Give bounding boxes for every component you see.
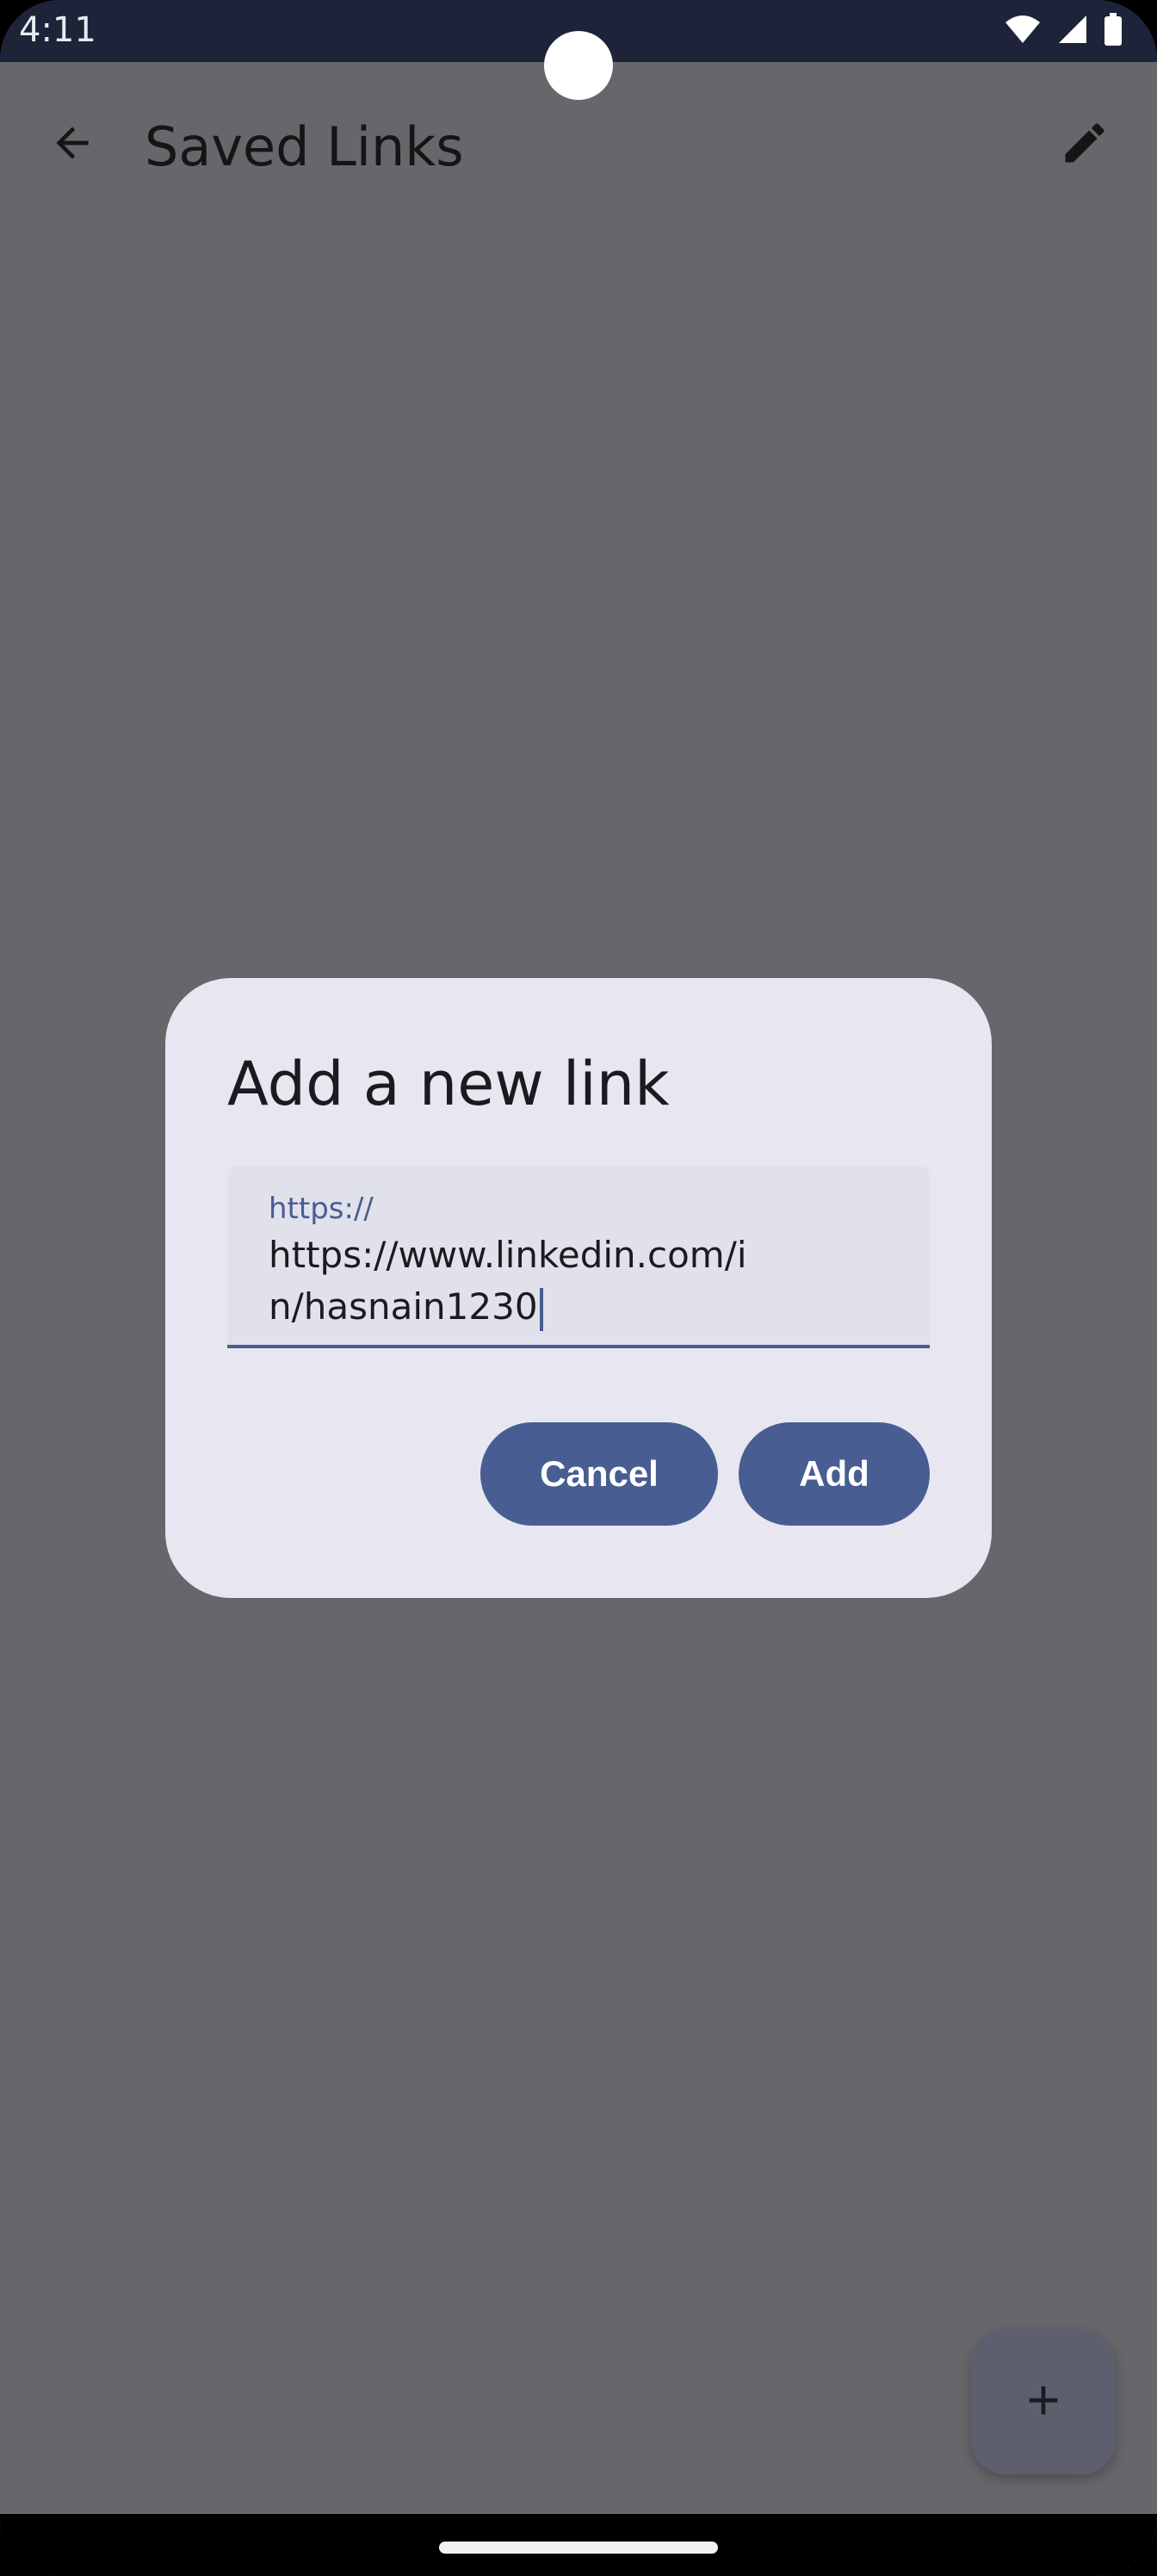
wifi-icon (1004, 14, 1042, 49)
add-link-dialog: Add a new link https:// https://www.link… (165, 978, 992, 1598)
edit-button[interactable] (1047, 107, 1123, 183)
status-time: 4:11 (19, 10, 96, 50)
top-app-bar: Saved Links (0, 62, 1157, 231)
back-button[interactable] (34, 107, 110, 183)
add-button[interactable]: Add (739, 1422, 930, 1526)
plus-icon (1019, 2376, 1067, 2429)
cancel-button[interactable]: Cancel (480, 1422, 718, 1526)
field-label: https:// (269, 1192, 374, 1226)
phone-screen: 4:11 Saved Links Add a new link https://… (0, 0, 1157, 2576)
cellular-signal-icon (1057, 14, 1088, 49)
field-value-text: https://www.linkedin.com/in/hasnain1230 (269, 1234, 747, 1328)
arrow-back-icon (48, 119, 96, 171)
battery-icon (1104, 12, 1123, 50)
text-caret (539, 1287, 543, 1331)
page-title: Saved Links (145, 115, 464, 178)
home-indicator[interactable] (439, 2542, 718, 2554)
dialog-title: Add a new link (227, 1049, 670, 1119)
pencil-edit-icon (1059, 117, 1111, 173)
field-value[interactable]: https://www.linkedin.com/in/hasnain1230 (269, 1229, 751, 1333)
link-url-input[interactable]: https:// https://www.linkedin.com/in/has… (227, 1166, 930, 1348)
status-icons (1004, 12, 1123, 49)
add-link-fab[interactable] (971, 2330, 1116, 2474)
